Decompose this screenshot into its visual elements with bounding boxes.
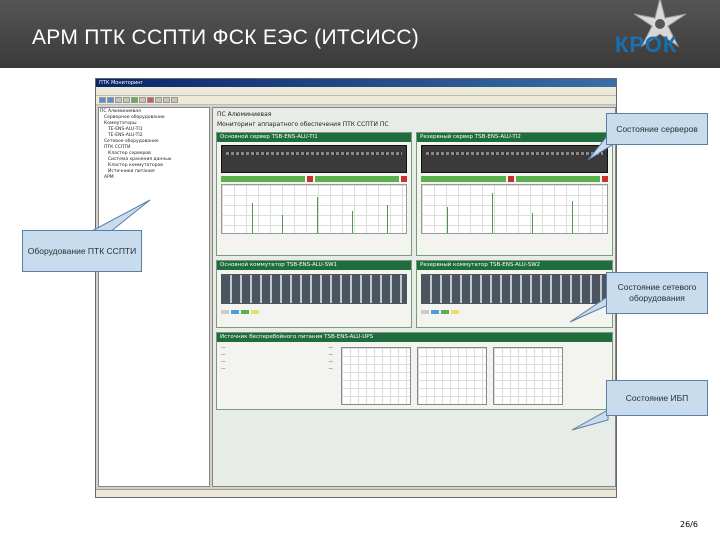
page-number: 26/6 — [680, 520, 698, 529]
callout-servers: Состояние серверов — [606, 113, 708, 145]
callout-network: Состояние сетевого оборудования — [606, 272, 708, 314]
callout-ups: Состояние ИБП — [606, 380, 708, 416]
callout-equipment: Оборудование ПТК ССПТИ — [22, 230, 142, 272]
